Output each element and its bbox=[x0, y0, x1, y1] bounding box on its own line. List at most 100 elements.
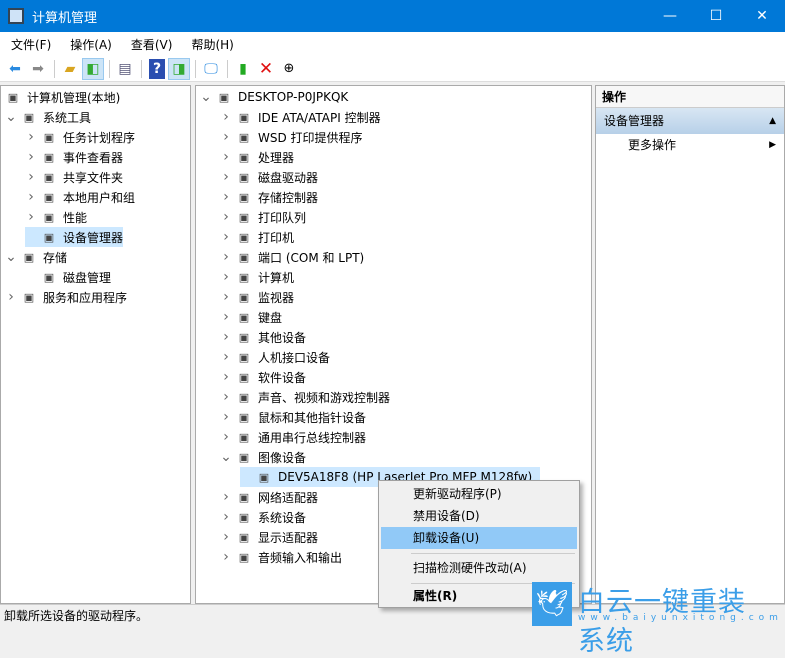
menu-file[interactable]: 文件(F) bbox=[0, 36, 59, 53]
menu-item-update-driver[interactable]: 更新驱动程序(P) bbox=[381, 483, 577, 505]
tree-item[interactable]: › ▣ 监视器 bbox=[220, 287, 294, 307]
tree-item[interactable]: › ▣ 系统设备 bbox=[220, 507, 306, 527]
expand-right-icon[interactable]: › bbox=[220, 549, 232, 565]
tree-item[interactable]: › ▣ 打印队列 bbox=[220, 207, 306, 227]
tree-item[interactable]: › ▣ 声音、视频和游戏控制器 bbox=[220, 387, 390, 407]
menu-action[interactable]: 操作(A) bbox=[59, 36, 120, 53]
expand-right-icon[interactable]: › bbox=[220, 269, 232, 285]
tree-item[interactable]: › ▣ 键盘 bbox=[220, 307, 282, 327]
actions-section-device-manager[interactable]: 设备管理器 ▲ bbox=[596, 108, 784, 134]
uninstall-icon[interactable]: ✕ bbox=[255, 58, 277, 80]
back-icon[interactable]: ⬅ bbox=[4, 58, 26, 80]
tree-item[interactable]: › ▣ 本地用户和组 bbox=[25, 187, 135, 207]
tree-item[interactable]: ⌄ ▣ 系统工具 bbox=[5, 107, 91, 127]
tree-item[interactable]: › ▣ 存储控制器 bbox=[220, 187, 318, 207]
forward-icon[interactable]: ➡ bbox=[27, 58, 49, 80]
more-actions[interactable]: 更多操作 ▶ bbox=[596, 134, 784, 156]
tree-item[interactable]: › ▣ IDE ATA/ATAPI 控制器 bbox=[220, 107, 380, 127]
expand-right-icon[interactable]: › bbox=[220, 189, 232, 205]
tree-item[interactable]: › ▣ WSD 打印提供程序 bbox=[220, 127, 362, 147]
expand-down-icon[interactable]: ⌄ bbox=[5, 109, 17, 125]
tree-item[interactable]: › ▣ 其他设备 bbox=[220, 327, 306, 347]
expand-right-icon[interactable]: › bbox=[220, 129, 232, 145]
tree-item[interactable]: ⌄ ▣ 图像设备 bbox=[220, 447, 306, 467]
tree-item-label: 计算机 bbox=[258, 270, 295, 285]
expand-right-icon[interactable]: › bbox=[25, 209, 37, 225]
menu-item-scan-hardware[interactable]: 扫描检测硬件改动(A) bbox=[381, 557, 577, 579]
expand-right-icon[interactable]: › bbox=[220, 349, 232, 365]
tree-item[interactable]: › ▣ 处理器 bbox=[220, 147, 294, 167]
actions-pane: 操作 设备管理器 ▲ 更多操作 ▶ bbox=[595, 85, 785, 604]
tree-item[interactable]: › ▣ 软件设备 bbox=[220, 367, 306, 387]
expand-right-icon[interactable]: › bbox=[220, 409, 232, 425]
tree-item[interactable]: › ▣ 音频输入和输出 bbox=[220, 547, 342, 567]
expand-right-icon[interactable]: › bbox=[25, 169, 37, 185]
tree-item[interactable]: › ▣ 任务计划程序 bbox=[25, 127, 135, 147]
expand-right-icon[interactable]: › bbox=[220, 489, 232, 505]
tree-item[interactable]: › ▣ 网络适配器 bbox=[220, 487, 318, 507]
up-folder-icon[interactable]: ▰ bbox=[59, 58, 81, 80]
expand-right-icon[interactable]: › bbox=[25, 129, 37, 145]
expand-right-icon[interactable]: › bbox=[220, 329, 232, 345]
tree-item-label: 系统工具 bbox=[43, 110, 92, 125]
expand-down-icon[interactable]: ⌄ bbox=[5, 249, 17, 265]
tree-item[interactable]: › ▣ 端口 (COM 和 LPT) bbox=[220, 247, 364, 267]
expand-right-icon[interactable]: › bbox=[220, 429, 232, 445]
device-category-icon: ▣ bbox=[238, 110, 250, 124]
tree-item[interactable]: ▣ 计算机管理(本地) bbox=[0, 87, 121, 107]
tree-item-label: 监视器 bbox=[258, 290, 295, 305]
tree-item-label: 服务和应用程序 bbox=[43, 290, 128, 305]
tree-item[interactable]: › ▣ 人机接口设备 bbox=[220, 347, 330, 367]
tree-item[interactable]: › ▣ 性能 bbox=[25, 207, 87, 227]
menu-item-disable-device[interactable]: 禁用设备(D) bbox=[381, 505, 577, 527]
tree-item-label: 处理器 bbox=[258, 150, 295, 165]
tree-item[interactable]: › ▣ 事件查看器 bbox=[25, 147, 123, 167]
minimize-button[interactable]: — bbox=[647, 0, 693, 32]
close-button[interactable]: ✕ bbox=[739, 0, 785, 32]
expand-right-icon[interactable]: › bbox=[220, 169, 232, 185]
show-action-pane-icon[interactable]: ◨ bbox=[168, 57, 190, 80]
tree-item[interactable]: › ▣ 鼠标和其他指针设备 bbox=[220, 407, 366, 427]
properties-icon[interactable]: ▤ bbox=[114, 58, 136, 80]
tree-item[interactable]: ⌄ ▣ 存储 bbox=[5, 247, 67, 267]
expand-right-icon[interactable]: › bbox=[5, 289, 17, 305]
tree-item[interactable]: › ▣ 服务和应用程序 bbox=[5, 287, 127, 307]
menu-item-uninstall-device[interactable]: 卸载设备(U) bbox=[381, 527, 577, 549]
tree-item[interactable]: › ▣ 显示适配器 bbox=[220, 527, 318, 547]
expand-right-icon[interactable]: › bbox=[220, 309, 232, 325]
expand-right-icon[interactable]: › bbox=[220, 529, 232, 545]
disk-icon: ▣ bbox=[43, 270, 55, 284]
event-viewer-icon: ▣ bbox=[43, 150, 55, 164]
maximize-button[interactable]: ☐ bbox=[693, 0, 739, 32]
tree-item[interactable]: › ▣ 磁盘驱动器 bbox=[220, 167, 318, 187]
menu-view[interactable]: 查看(V) bbox=[120, 36, 181, 53]
expand-right-icon[interactable]: › bbox=[25, 189, 37, 205]
tree-item[interactable]: › ▣ 通用串行总线控制器 bbox=[220, 427, 366, 447]
tree-item[interactable]: › ▣ 打印机 bbox=[220, 227, 294, 247]
expand-right-icon[interactable]: › bbox=[220, 109, 232, 125]
tree-item[interactable]: ▣ 设备管理器 bbox=[25, 227, 124, 247]
expand-right-icon[interactable]: › bbox=[220, 369, 232, 385]
expand-right-icon[interactable]: › bbox=[220, 209, 232, 225]
tree-item[interactable]: ▣ 磁盘管理 bbox=[25, 267, 111, 287]
monitor-icon[interactable]: 🖵 bbox=[200, 58, 222, 80]
expand-right-icon[interactable]: › bbox=[220, 229, 232, 245]
expand-right-icon[interactable]: › bbox=[220, 249, 232, 265]
help-icon[interactable]: ? bbox=[149, 58, 165, 79]
tree-item[interactable]: ⌄ ▣ DESKTOP-P0JPKQK bbox=[200, 87, 348, 107]
expand-down-icon[interactable]: ⌄ bbox=[220, 449, 232, 465]
show-hide-tree-icon[interactable]: ◧ bbox=[82, 57, 104, 80]
expand-right-icon[interactable]: › bbox=[220, 509, 232, 525]
expand-right-icon[interactable]: › bbox=[220, 389, 232, 405]
tree-item[interactable]: › ▣ 共享文件夹 bbox=[25, 167, 123, 187]
download-icon[interactable]: ⊕ bbox=[278, 58, 300, 80]
tree-item[interactable]: › ▣ 计算机 bbox=[220, 267, 294, 287]
expand-right-icon[interactable]: › bbox=[220, 289, 232, 305]
update-driver-icon[interactable]: ▮ bbox=[232, 58, 254, 80]
tree-item-label: 共享文件夹 bbox=[63, 170, 124, 185]
menu-help[interactable]: 帮助(H) bbox=[180, 36, 241, 53]
expand-right-icon[interactable]: › bbox=[220, 149, 232, 165]
expand-down-icon[interactable]: ⌄ bbox=[200, 89, 212, 105]
collapse-up-icon[interactable]: ▲ bbox=[769, 108, 776, 134]
expand-right-icon[interactable]: › bbox=[25, 149, 37, 165]
